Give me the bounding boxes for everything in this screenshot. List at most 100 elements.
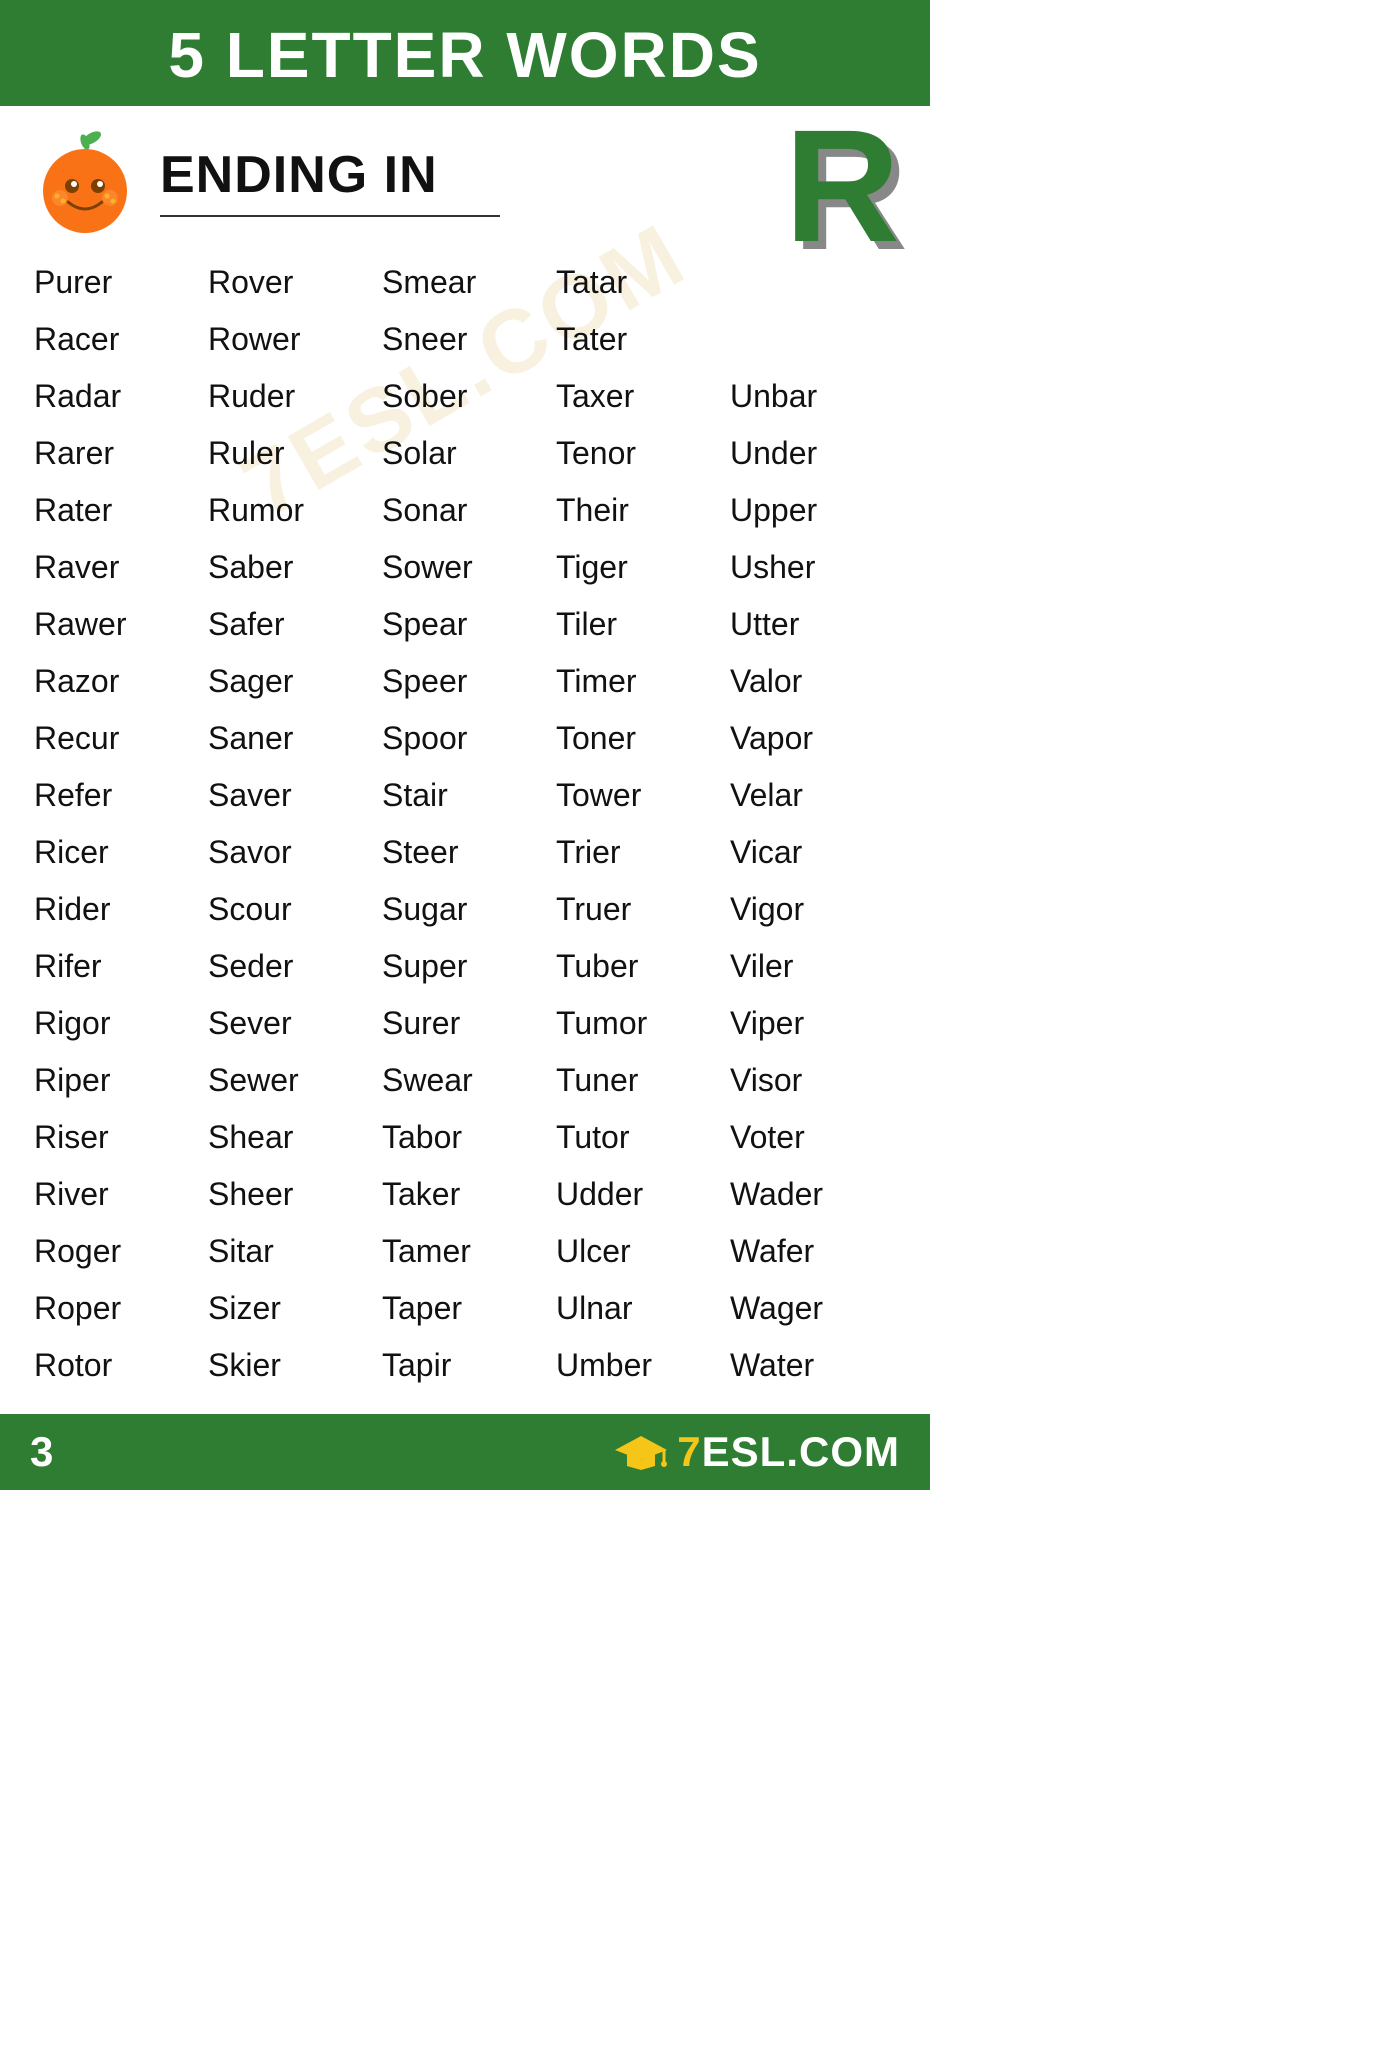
word-cell: Riser — [30, 1109, 204, 1166]
word-cell: Super — [378, 938, 552, 995]
word-cell: Sever — [204, 995, 378, 1052]
word-cell: Tater — [552, 311, 726, 368]
word-cell: Sower — [378, 539, 552, 596]
word-cell: Sager — [204, 653, 378, 710]
word-cell: Solar — [378, 425, 552, 482]
word-cell: Timer — [552, 653, 726, 710]
word-cell: Saber — [204, 539, 378, 596]
word-cell: Viper — [726, 995, 900, 1052]
word-cell: Sewer — [204, 1052, 378, 1109]
word-cell: Toner — [552, 710, 726, 767]
word-cell: Safer — [204, 596, 378, 653]
subtitle-row: ENDING IN R — [0, 106, 930, 236]
word-cell: Velar — [726, 767, 900, 824]
word-cell: Vigor — [726, 881, 900, 938]
word-cell: Rotor — [30, 1337, 204, 1394]
word-cell: Refer — [30, 767, 204, 824]
word-cell: Rover — [204, 254, 378, 311]
word-cell: Rifer — [30, 938, 204, 995]
logo-hat-icon — [615, 1432, 667, 1472]
page-footer: 3 7ESL.COM — [0, 1414, 930, 1490]
word-cell: Taker — [378, 1166, 552, 1223]
word-cell: Taxer — [552, 368, 726, 425]
word-cell: Surer — [378, 995, 552, 1052]
word-cell: Usher — [726, 539, 900, 596]
word-cell: Sizer — [204, 1280, 378, 1337]
word-cell: Ulnar — [552, 1280, 726, 1337]
word-cell: Spear — [378, 596, 552, 653]
word-cell: Vicar — [726, 824, 900, 881]
logo: 7ESL.COM — [615, 1428, 900, 1476]
word-cell: Raver — [30, 539, 204, 596]
word-cell: Roper — [30, 1280, 204, 1337]
word-cell: Voter — [726, 1109, 900, 1166]
word-cell: Speer — [378, 653, 552, 710]
word-cell: Saner — [204, 710, 378, 767]
word-cell: Tapir — [378, 1337, 552, 1394]
word-cell: Water — [726, 1337, 900, 1394]
word-cell: Sheer — [204, 1166, 378, 1223]
word-cell: Sneer — [378, 311, 552, 368]
word-cell: Wager — [726, 1280, 900, 1337]
word-cell: Valor — [726, 653, 900, 710]
word-cell: Truer — [552, 881, 726, 938]
word-cell: Tamer — [378, 1223, 552, 1280]
word-cell: Vapor — [726, 710, 900, 767]
word-cell: Trier — [552, 824, 726, 881]
word-cell: Wader — [726, 1166, 900, 1223]
word-cell: Sitar — [204, 1223, 378, 1280]
word-cell: Tiler — [552, 596, 726, 653]
word-cell: Stair — [378, 767, 552, 824]
word-cell: Ruler — [204, 425, 378, 482]
word-cell: Unbar — [726, 368, 900, 425]
word-cell: Skier — [204, 1337, 378, 1394]
word-cell: Smear — [378, 254, 552, 311]
logo-accent: 7 — [677, 1428, 701, 1475]
word-cell: Rigor — [30, 995, 204, 1052]
word-cell: Seder — [204, 938, 378, 995]
orange-icon — [30, 126, 140, 236]
word-cell: Their — [552, 482, 726, 539]
word-cell: Umber — [552, 1337, 726, 1394]
word-cell: Rawer — [30, 596, 204, 653]
word-cell: Tuber — [552, 938, 726, 995]
word-cell: Sonar — [378, 482, 552, 539]
word-cell: . — [726, 254, 900, 311]
word-cell: Rumor — [204, 482, 378, 539]
word-grid: PurerRoverSmearTatar.RacerRowerSneerTate… — [0, 236, 930, 1414]
word-cell: Recur — [30, 710, 204, 767]
word-cell: Tumor — [552, 995, 726, 1052]
page-number: 3 — [30, 1428, 53, 1476]
word-cell: Tatar — [552, 254, 726, 311]
word-cell: Upper — [726, 482, 900, 539]
word-cell: Ricer — [30, 824, 204, 881]
word-cell: Racer — [30, 311, 204, 368]
word-cell: Visor — [726, 1052, 900, 1109]
word-cell: Razor — [30, 653, 204, 710]
page-title: 5 LETTER WORDS — [30, 18, 900, 92]
word-cell: Riper — [30, 1052, 204, 1109]
word-cell: . — [726, 311, 900, 368]
word-cell: Rater — [30, 482, 204, 539]
logo-text: 7ESL.COM — [677, 1428, 900, 1476]
word-cell: Tuner — [552, 1052, 726, 1109]
word-cell: Utter — [726, 596, 900, 653]
word-cell: Under — [726, 425, 900, 482]
divider-line — [160, 215, 500, 217]
word-cell: Savor — [204, 824, 378, 881]
page-header: 5 LETTER WORDS — [0, 0, 930, 106]
word-cell: Roger — [30, 1223, 204, 1280]
word-cell: Ruder — [204, 368, 378, 425]
word-cell: Sober — [378, 368, 552, 425]
word-cell: Purer — [30, 254, 204, 311]
word-cell: Viler — [726, 938, 900, 995]
word-cell: River — [30, 1166, 204, 1223]
word-cell: Tenor — [552, 425, 726, 482]
word-cell: Scour — [204, 881, 378, 938]
word-cell: Shear — [204, 1109, 378, 1166]
word-cell: Tower — [552, 767, 726, 824]
word-cell: Swear — [378, 1052, 552, 1109]
word-cell: Udder — [552, 1166, 726, 1223]
word-cell: Ulcer — [552, 1223, 726, 1280]
word-cell: Sugar — [378, 881, 552, 938]
